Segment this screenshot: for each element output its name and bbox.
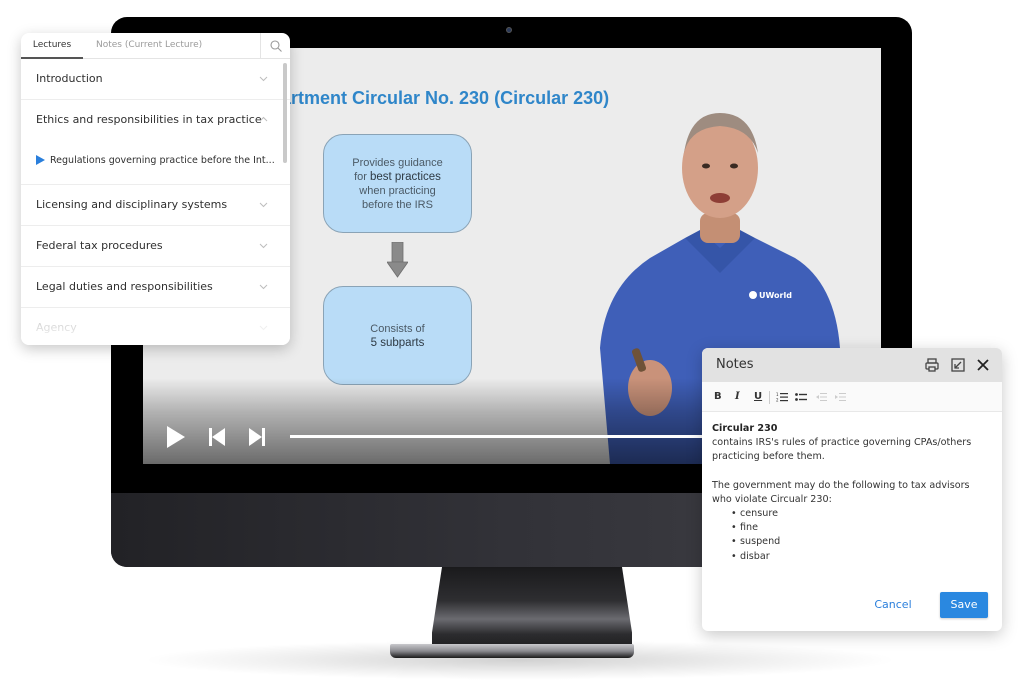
monitor-stand-base bbox=[390, 644, 634, 658]
box2-line1: Consists of bbox=[370, 322, 425, 335]
box2-line2: 5 subparts bbox=[370, 336, 425, 349]
cancel-button[interactable]: Cancel bbox=[868, 592, 918, 618]
close-icon[interactable] bbox=[975, 357, 991, 373]
lecture-item-label: Introduction bbox=[36, 72, 103, 85]
box1-line2: for best practices bbox=[354, 170, 441, 184]
lecture-subitem-label: Regulations governing practice before th… bbox=[50, 155, 275, 166]
note-bullet: suspend bbox=[731, 535, 992, 549]
monitor-stand bbox=[432, 567, 632, 651]
note-bullet: fine bbox=[731, 521, 992, 535]
minimize-icon[interactable] bbox=[950, 357, 966, 373]
italic-button[interactable]: I bbox=[735, 391, 740, 402]
lecture-item-legal-duties[interactable]: Legal duties and responsibilities bbox=[21, 267, 290, 308]
lecture-subitem-regulations[interactable]: Regulations governing practice before th… bbox=[21, 141, 290, 185]
camera-icon bbox=[506, 27, 512, 33]
print-icon[interactable] bbox=[924, 357, 940, 373]
slide-box-guidance: Provides guidance for best practices whe… bbox=[323, 134, 472, 233]
lecture-item-agency[interactable]: Agency bbox=[21, 308, 290, 345]
slide-title: artment Circular No. 230 (Circular 230) bbox=[281, 88, 610, 108]
lectures-panel: Lectures Notes (Current Lecture) Introdu… bbox=[21, 33, 290, 345]
outdent-icon bbox=[816, 393, 827, 401]
save-button[interactable]: Save bbox=[940, 592, 988, 618]
chevron-down-icon bbox=[259, 325, 268, 331]
bold-button[interactable]: B bbox=[714, 391, 722, 402]
svg-text:1: 1 bbox=[776, 392, 779, 397]
skip-next-icon[interactable] bbox=[248, 428, 266, 446]
box1-line3: when practicing bbox=[359, 184, 436, 197]
lecture-item-label: Agency bbox=[36, 321, 77, 334]
lecture-item-licensing[interactable]: Licensing and disciplinary systems bbox=[21, 185, 290, 226]
note-bullet-list: censure fine suspend disbar bbox=[712, 507, 992, 564]
shirt-logo: UWorld bbox=[759, 291, 792, 300]
tab-lectures[interactable]: Lectures bbox=[21, 33, 83, 59]
underline-button[interactable]: U bbox=[754, 391, 762, 402]
play-icon[interactable] bbox=[167, 426, 185, 448]
lecture-item-introduction[interactable]: Introduction bbox=[21, 59, 290, 100]
skip-previous-icon[interactable] bbox=[208, 428, 226, 446]
lecture-item-label: Federal tax procedures bbox=[36, 239, 163, 252]
lecture-list: Introduction Ethics and responsibilities… bbox=[21, 59, 290, 345]
chevron-down-icon bbox=[259, 243, 268, 249]
notes-header: Notes bbox=[702, 348, 1002, 382]
svg-text:2: 2 bbox=[776, 398, 779, 403]
toolbar-divider bbox=[769, 391, 770, 404]
indent-icon bbox=[835, 393, 846, 401]
box1-line4: before the IRS bbox=[362, 198, 433, 211]
lecture-item-label: Legal duties and responsibilities bbox=[36, 280, 213, 293]
lecture-item-label: Licensing and disciplinary systems bbox=[36, 198, 228, 211]
lecture-list-scrollbar[interactable] bbox=[283, 63, 287, 163]
search-icon bbox=[269, 40, 282, 52]
note-paragraph-1: contains IRS's rules of practice governi… bbox=[712, 437, 972, 463]
lecture-item-label: Ethics and responsibilities in tax pract… bbox=[36, 113, 262, 126]
note-paragraph-2: The government may do the following to t… bbox=[712, 479, 970, 505]
note-bullet: censure bbox=[731, 507, 992, 521]
notes-editor[interactable]: Circular 230 contains IRS's rules of pra… bbox=[702, 412, 1002, 564]
bullet-list-icon[interactable] bbox=[795, 392, 807, 402]
chevron-down-icon bbox=[259, 284, 268, 290]
search-button[interactable] bbox=[260, 33, 290, 59]
now-playing-icon bbox=[36, 155, 45, 165]
ordered-list-icon[interactable]: 1 2 bbox=[776, 392, 788, 402]
box1-line2-bold: best practices bbox=[369, 170, 441, 183]
chevron-down-icon bbox=[259, 202, 268, 208]
chevron-up-icon bbox=[259, 116, 268, 122]
chevron-down-icon bbox=[259, 76, 268, 82]
slide-box-subparts: Consists of 5 subparts bbox=[323, 286, 472, 385]
note-bullet: disbar bbox=[731, 550, 992, 564]
note-heading: Circular 230 bbox=[712, 423, 778, 434]
box1-line2-prefix: for bbox=[354, 170, 370, 183]
notes-panel: Notes B I U 1 2 Circular 230 contains IR… bbox=[702, 348, 1002, 631]
box1-line1: Provides guidance bbox=[352, 156, 443, 169]
notes-format-toolbar: B I U 1 2 bbox=[702, 382, 1002, 412]
down-arrow-icon bbox=[387, 242, 408, 278]
tab-notes-current-lecture[interactable]: Notes (Current Lecture) bbox=[96, 33, 202, 59]
notes-title: Notes bbox=[716, 357, 754, 372]
lecture-item-ethics[interactable]: Ethics and responsibilities in tax pract… bbox=[21, 100, 290, 141]
lecture-item-federal-tax[interactable]: Federal tax procedures bbox=[21, 226, 290, 267]
lectures-panel-tabs: Lectures Notes (Current Lecture) bbox=[21, 33, 290, 59]
